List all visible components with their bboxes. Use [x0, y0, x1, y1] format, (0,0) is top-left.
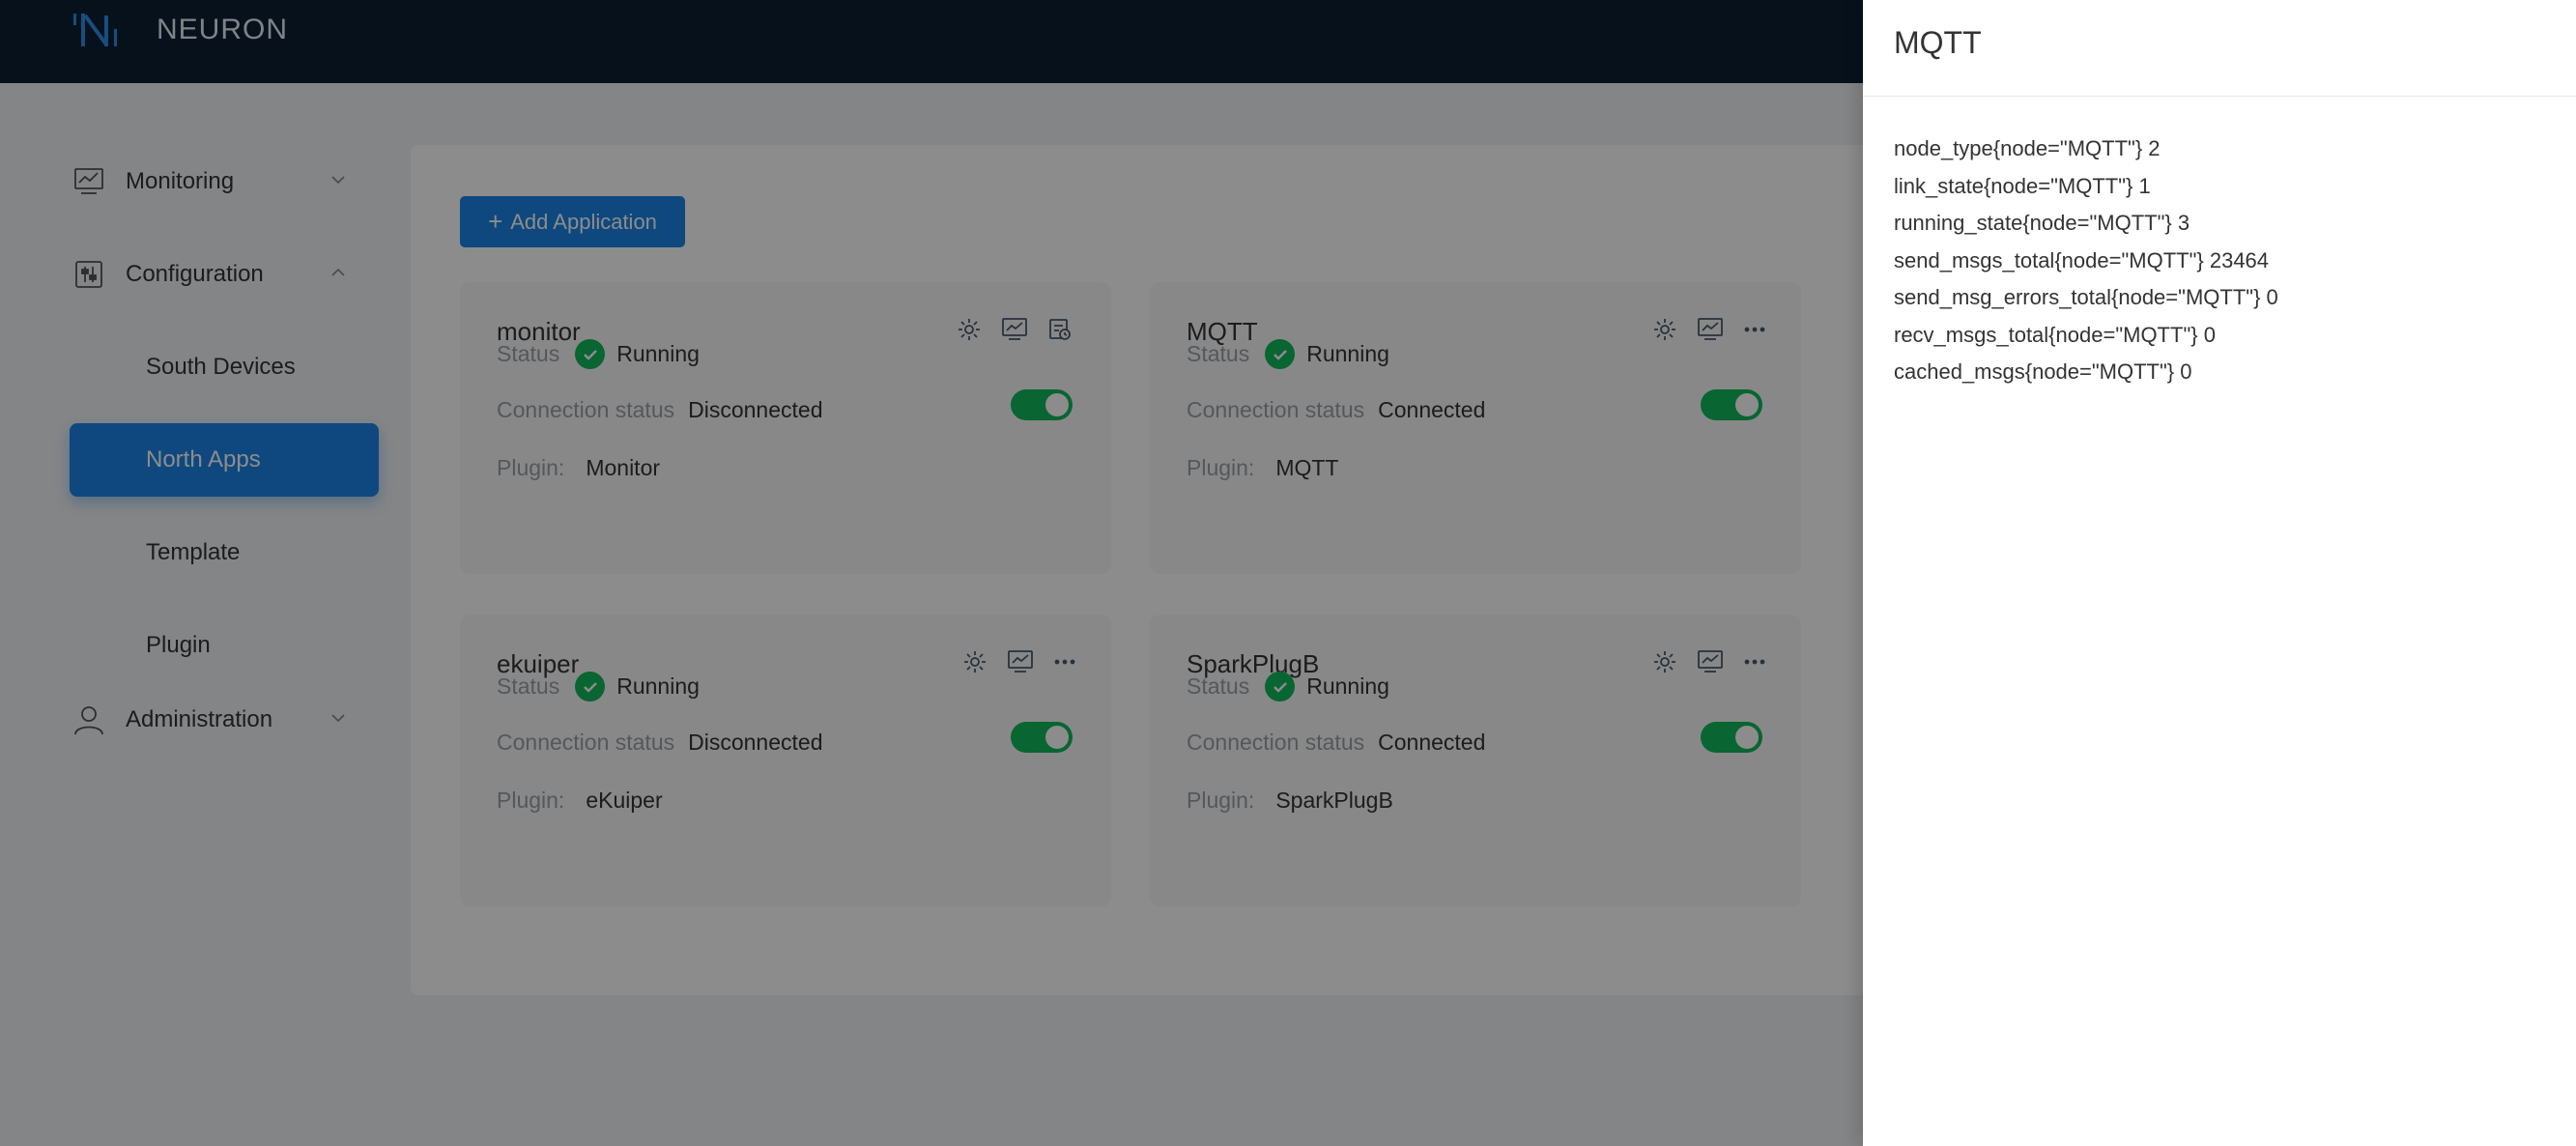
metrics-drawer: MQTT node_type{node="MQTT"} 2 link_state… — [1863, 0, 2576, 1146]
metric-line: node_type{node="MQTT"} 2 — [1894, 136, 2161, 160]
metric-line: recv_msgs_total{node="MQTT"} 0 — [1894, 322, 2216, 347]
metric-line: link_state{node="MQTT"} 1 — [1894, 173, 2151, 198]
metrics-list: node_type{node="MQTT"} 2 link_state{node… — [1894, 130, 2278, 391]
metric-line: cached_msgs{node="MQTT"} 0 — [1894, 359, 2192, 384]
metric-line: send_msgs_total{node="MQTT"} 23464 — [1894, 247, 2270, 272]
metric-line: running_state{node="MQTT"} 3 — [1894, 211, 2190, 235]
drawer-divider — [1863, 96, 2576, 97]
drawer-title: MQTT — [1894, 25, 1982, 60]
metric-line: send_msg_errors_total{node="MQTT"} 0 — [1894, 285, 2278, 309]
